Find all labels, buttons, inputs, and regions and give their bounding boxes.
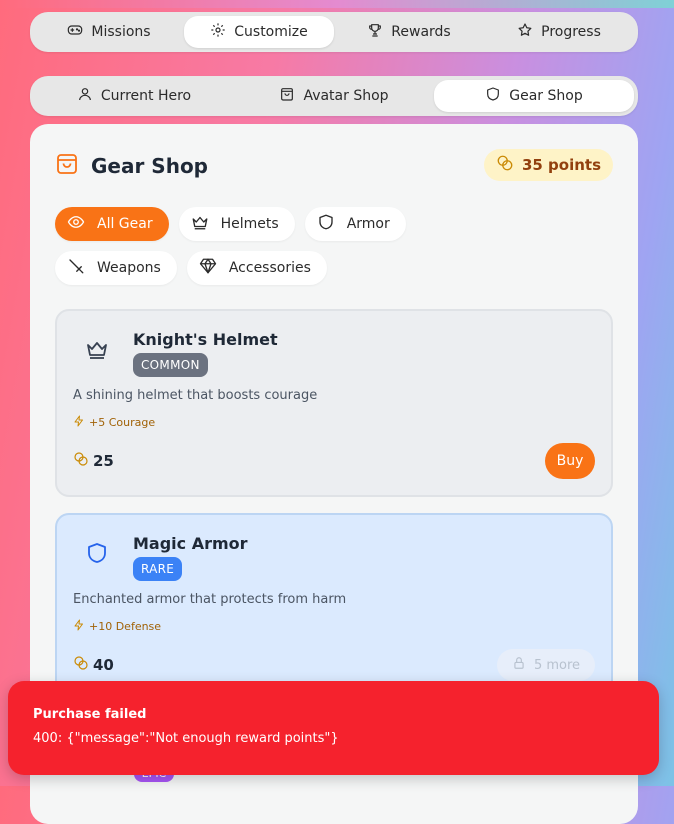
- gamepad-icon: [67, 22, 83, 42]
- coins-icon: [73, 451, 89, 471]
- item-description: A shining helmet that boosts courage: [73, 388, 318, 403]
- filter-label: Accessories: [228, 260, 311, 276]
- rarity-badge: RARE: [133, 557, 183, 581]
- tab-label: Avatar Shop: [303, 88, 389, 104]
- filter-armor[interactable]: Armor: [304, 207, 406, 241]
- category-filters: All Gear Helmets Armor Weapons Accessori…: [55, 207, 525, 285]
- shopping-bag-icon: [55, 152, 79, 180]
- filter-label: Weapons: [97, 260, 161, 276]
- user-icon: [77, 86, 93, 106]
- more-label: 5 more: [533, 657, 581, 673]
- toast-message: 400: {"message":"Not enough reward point…: [33, 731, 339, 746]
- tab-progress[interactable]: Progress: [484, 16, 634, 48]
- crown-icon: [85, 337, 109, 361]
- sub-nav: Current Hero Avatar Shop Gear Shop: [30, 76, 638, 116]
- shield-icon: [85, 541, 109, 565]
- crown-icon: [191, 213, 209, 235]
- lightning-icon: [73, 619, 85, 634]
- item-stat: +10 Defense: [73, 619, 161, 634]
- sword-icon: [67, 257, 85, 279]
- error-toast[interactable]: Purchase failed 400: {"message":"Not eno…: [8, 681, 659, 775]
- rarity-badge: COMMON: [133, 353, 208, 377]
- tab-label: Progress: [541, 24, 601, 40]
- gear-card-knights-helmet: Knight's Helmet COMMON A shining helmet …: [55, 309, 613, 497]
- shield-icon: [317, 213, 335, 235]
- tab-current-hero[interactable]: Current Hero: [34, 80, 234, 112]
- gear-card-magic-armor: Magic Armor RARE Enchanted armor that pr…: [55, 513, 613, 703]
- tab-label: Current Hero: [100, 88, 192, 104]
- shield-icon: [485, 86, 501, 106]
- points-value: 35 points: [521, 156, 601, 174]
- tab-label: Gear Shop: [509, 88, 583, 104]
- top-strip: [0, 0, 674, 8]
- coins-icon: [496, 154, 514, 176]
- tab-label: Rewards: [391, 24, 451, 40]
- filter-accessories[interactable]: Accessories: [186, 251, 327, 285]
- item-price: 25: [73, 451, 114, 471]
- toast-title: Purchase failed: [33, 707, 147, 722]
- price-value: 40: [93, 656, 114, 674]
- tab-gear-shop[interactable]: Gear Shop: [434, 80, 634, 112]
- filter-label: Helmets: [220, 216, 279, 232]
- gear-icon: [210, 22, 226, 42]
- item-stat: +5 Courage: [73, 415, 155, 430]
- points-badge: 35 points: [483, 149, 613, 181]
- item-name: Knight's Helmet: [133, 330, 278, 349]
- tab-label: Missions: [91, 24, 151, 40]
- coins-icon: [73, 655, 89, 675]
- filter-helmets[interactable]: Helmets: [178, 207, 295, 241]
- stat-label: +5 Courage: [89, 416, 156, 429]
- eye-icon: [67, 213, 85, 235]
- shopping-bag-icon: [279, 86, 295, 106]
- main-nav: Missions Customize Rewards Progress: [30, 12, 638, 52]
- buy-button[interactable]: Buy: [545, 443, 595, 479]
- page-title: Gear Shop: [91, 154, 209, 178]
- filter-label: Armor: [346, 216, 390, 232]
- stat-label: +10 Defense: [89, 620, 162, 633]
- lightning-icon: [73, 415, 85, 430]
- tab-label: Customize: [234, 24, 308, 40]
- item-price: 40: [73, 655, 114, 675]
- gem-icon: [199, 257, 217, 279]
- filter-all-gear[interactable]: All Gear: [55, 207, 169, 241]
- price-value: 25: [93, 452, 114, 470]
- shop-header: Gear Shop: [55, 152, 208, 180]
- trophy-icon: [367, 22, 383, 42]
- tab-avatar-shop[interactable]: Avatar Shop: [234, 80, 434, 112]
- tab-customize[interactable]: Customize: [184, 16, 334, 48]
- filter-weapons[interactable]: Weapons: [55, 251, 177, 285]
- tab-rewards[interactable]: Rewards: [334, 16, 484, 48]
- locked-need-more-button: 5 more: [497, 649, 595, 681]
- item-name: Magic Armor: [133, 534, 248, 553]
- item-description: Enchanted armor that protects from harm: [73, 592, 347, 607]
- tab-missions[interactable]: Missions: [34, 16, 184, 48]
- lock-icon: [512, 656, 526, 674]
- filter-label: All Gear: [97, 216, 153, 232]
- star-icon: [517, 22, 533, 42]
